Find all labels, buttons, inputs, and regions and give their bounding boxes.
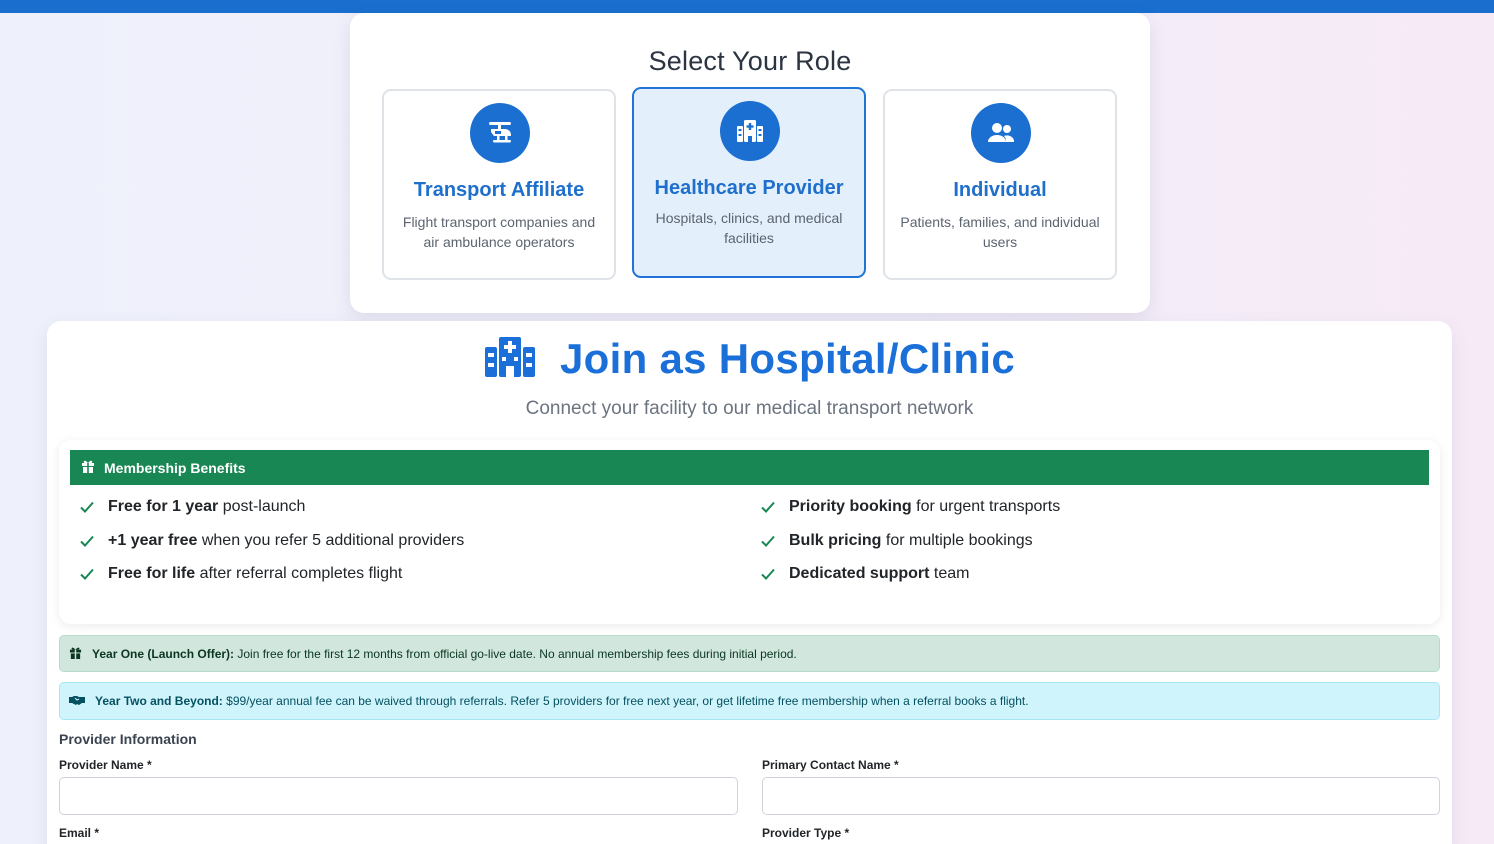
benefit-item: +1 year free when you refer 5 additional…	[80, 532, 464, 550]
provider-information-heading: Provider Information	[59, 731, 197, 747]
benefit-text: post-launch	[218, 498, 306, 515]
role-name: Individual	[953, 179, 1047, 201]
benefit-bold: Free for 1 year	[108, 498, 219, 515]
role-option-transport-affiliate[interactable]: Transport Affiliate Flight transport com…	[382, 89, 616, 280]
check-icon	[80, 501, 94, 513]
year-two-alert: Year Two and Beyond: $99/year annual fee…	[59, 682, 1440, 720]
check-icon	[80, 535, 94, 547]
benefit-text: for urgent transports	[911, 498, 1061, 515]
year-two-text: $99/year annual fee can be waived throug…	[222, 694, 1029, 708]
check-icon	[761, 535, 775, 547]
check-icon	[761, 568, 775, 580]
page-subtitle: Connect your facility to our medical tra…	[525, 398, 974, 419]
role-name: Transport Affiliate	[413, 179, 585, 201]
benefit-text: for multiple bookings	[881, 532, 1033, 549]
benefit-text: after referral completes flight	[195, 565, 403, 582]
benefit-item: Free for 1 year post-launch	[80, 498, 305, 516]
registration-card: Join as Hospital/Clinic Connect your fac…	[47, 321, 1452, 844]
benefit-bold: Priority booking	[789, 498, 912, 515]
membership-benefits-heading: Membership Benefits	[104, 459, 246, 476]
role-option-healthcare-provider[interactable]: Healthcare Provider Hospitals, clinics, …	[632, 87, 866, 278]
role-selector-title: Select Your Role	[648, 46, 852, 76]
benefit-text: when you refer 5 additional providers	[197, 532, 465, 549]
year-one-text: Join free for the first 12 months from o…	[234, 646, 797, 661]
helicopter-icon	[470, 103, 530, 163]
provider-name-label: Provider Name *	[59, 758, 152, 772]
role-name: Healthcare Provider	[654, 177, 844, 199]
check-icon	[80, 568, 94, 580]
benefit-bold: Free for life	[108, 565, 196, 582]
benefit-item: Priority booking for urgent transports	[761, 498, 1060, 516]
hospital-icon	[484, 336, 536, 383]
benefit-item: Free for life after referral completes f…	[80, 565, 402, 583]
year-two-heading: Year Two and Beyond:	[95, 694, 223, 708]
benefit-bold: Dedicated support	[789, 565, 930, 582]
year-one-heading: Year One (Launch Offer):	[92, 646, 235, 661]
provider-name-input[interactable]	[59, 777, 738, 815]
year-one-alert: Year One (Launch Offer): Join free for t…	[59, 635, 1440, 672]
email-label: Email *	[59, 826, 100, 840]
benefit-bold: Bulk pricing	[789, 532, 882, 549]
check-icon	[761, 501, 775, 513]
hospital-icon	[720, 101, 780, 161]
handshake-icon	[69, 694, 85, 709]
primary-contact-label: Primary Contact Name *	[762, 758, 899, 772]
membership-benefits-panel: Membership Benefits Free for 1 year post…	[59, 440, 1440, 624]
role-option-individual[interactable]: Individual Patients, families, and indiv…	[883, 89, 1117, 280]
top-bar	[0, 0, 1494, 13]
benefit-bold: +1 year free	[108, 532, 198, 549]
role-description: Hospitals, clinics, and medical faciliti…	[655, 210, 843, 246]
join-title-text: Join as Hospital/Clinic	[560, 335, 1015, 382]
benefit-item: Bulk pricing for multiple bookings	[761, 532, 1033, 550]
role-description: Patients, families, and individual users	[900, 214, 1100, 250]
role-description: Flight transport companies and air ambul…	[402, 214, 596, 250]
primary-contact-input[interactable]	[762, 777, 1440, 815]
users-icon	[971, 103, 1031, 163]
benefit-text: team	[929, 565, 970, 582]
gift-icon	[69, 646, 82, 662]
page-title: Join as Hospital/Clinic	[47, 335, 1452, 383]
membership-benefits-header: Membership Benefits	[70, 450, 1429, 485]
benefit-item: Dedicated support team	[761, 565, 969, 583]
provider-type-label: Provider Type *	[762, 826, 850, 840]
gift-icon	[81, 459, 95, 476]
role-selector-card: Select Your Role Transport Affiliate Fli…	[350, 13, 1150, 313]
